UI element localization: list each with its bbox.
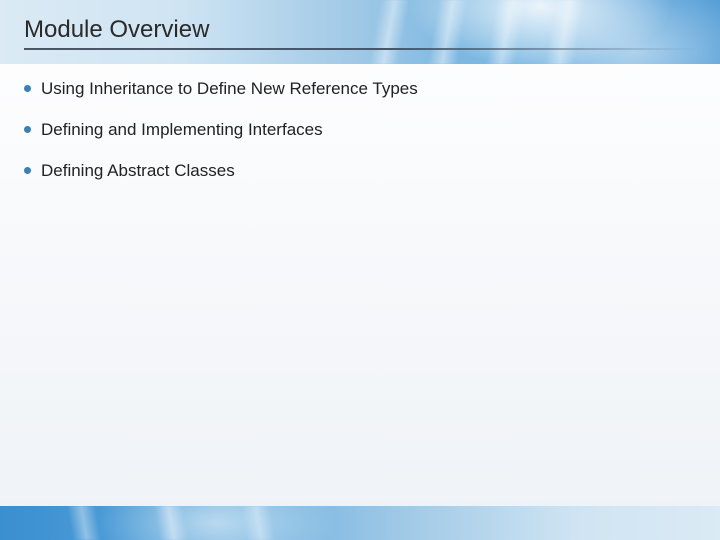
list-item: Defining and Implementing Interfaces [24,119,696,142]
bullet-icon [24,167,31,174]
bullet-text: Defining and Implementing Interfaces [41,119,323,142]
slide: Module Overview Using Inheritance to Def… [0,0,720,540]
bullet-icon [24,126,31,133]
page-title: Module Overview [24,16,209,44]
bullet-icon [24,85,31,92]
bullet-text: Using Inheritance to Define New Referenc… [41,78,418,101]
bullet-text: Defining Abstract Classes [41,160,235,183]
footer-band [0,506,720,540]
list-item: Using Inheritance to Define New Referenc… [24,78,696,101]
list-item: Defining Abstract Classes [24,160,696,183]
bullet-list: Using Inheritance to Define New Referenc… [24,78,696,201]
title-underline [24,48,696,50]
footer-streaks-decoration [0,506,720,540]
